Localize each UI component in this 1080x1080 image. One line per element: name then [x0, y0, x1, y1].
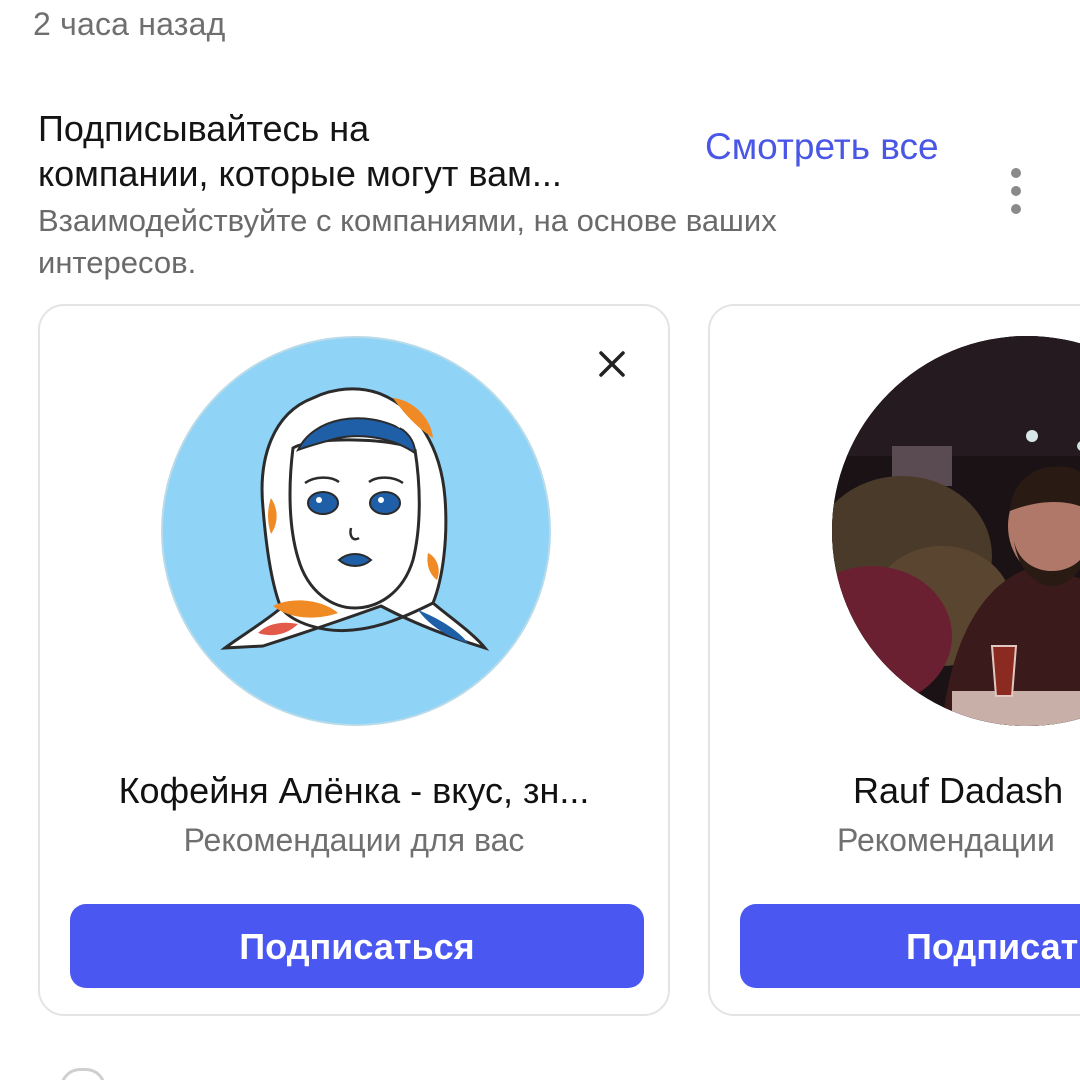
follow-button[interactable]: Подписаться	[70, 904, 644, 988]
company-card: Кофейня Алёнка - вкус, зн... Рекомендаци…	[38, 304, 670, 1016]
section-subtitle: Взаимодействуйте с компаниями, на основе…	[38, 203, 777, 280]
section-title: Подписывайтесь на компании, которые могу…	[38, 106, 678, 196]
alenka-logo-icon	[220, 387, 490, 651]
post-timestamp: 2 часа назад	[33, 6, 226, 42]
see-all-link[interactable]: Смотреть все	[705, 126, 939, 168]
person-photo-icon	[832, 336, 1080, 726]
company-name[interactable]: Кофейня Алёнка - вкус, зн...	[40, 770, 668, 812]
company-avatar[interactable]	[832, 336, 1080, 726]
company-name[interactable]: Rauf Dadash	[853, 770, 1063, 812]
next-item-avatar-edge	[60, 1068, 106, 1080]
company-avatar[interactable]	[161, 336, 551, 726]
follow-button[interactable]: Подписат	[740, 904, 1080, 988]
company-recommendation-label: Рекомендации	[837, 822, 1055, 858]
more-options-icon[interactable]	[1000, 166, 1032, 216]
recommendations-feed-item: 2 часа назад Подписывайтесь на компании,…	[0, 0, 1080, 1080]
company-recommendation-label: Рекомендации для вас	[183, 822, 525, 858]
close-icon[interactable]	[594, 346, 630, 382]
section-title-line-1: Подписывайтесь на	[38, 108, 370, 149]
section-title-line-2: компании, которые могут вам...	[38, 153, 562, 194]
company-card: Rauf Dadash Рекомендации Подписат	[708, 304, 1080, 1016]
